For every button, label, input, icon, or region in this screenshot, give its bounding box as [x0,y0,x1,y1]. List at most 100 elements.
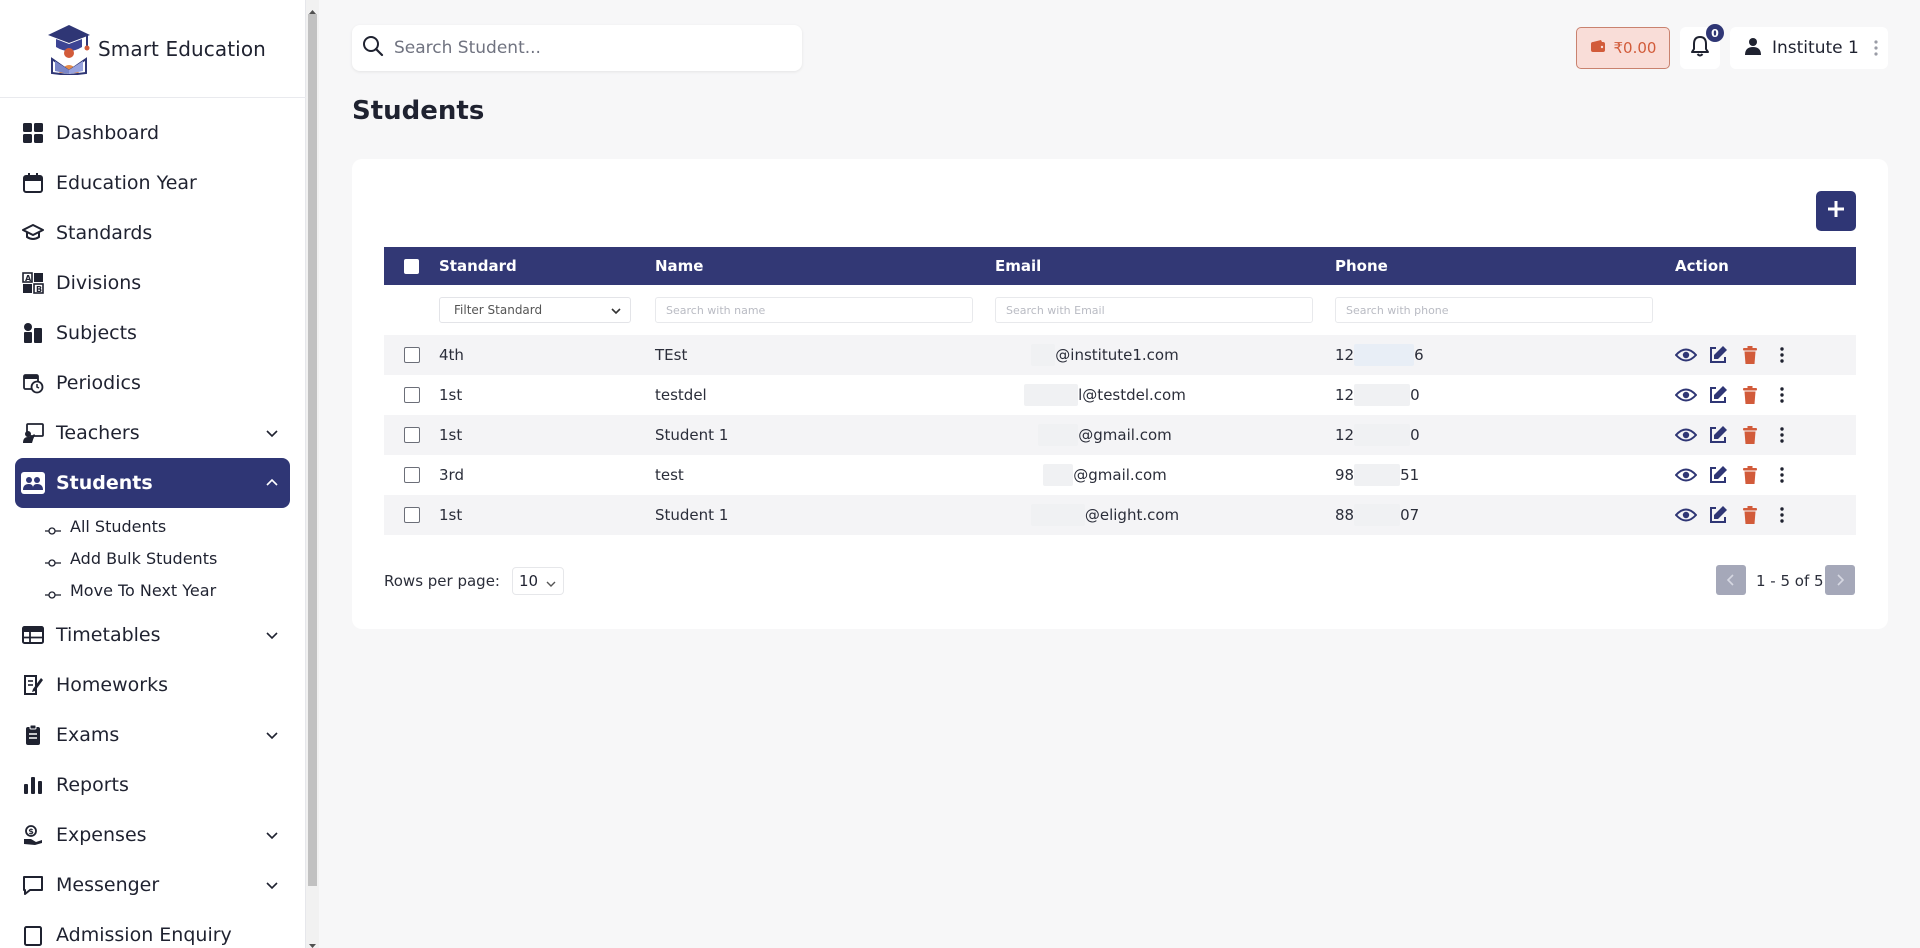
homework-icon [20,672,46,698]
user-menu[interactable]: Institute 1 [1730,27,1888,69]
cell-phone-start: 98 [1335,466,1355,484]
delete-icon[interactable] [1739,384,1761,406]
sidebar-item-homeworks[interactable]: Homeworks [15,660,290,710]
students-table: Standard Name Email Phone Action Filter … [384,247,1856,535]
filter-email-input[interactable] [995,297,1313,323]
wallet-button[interactable]: ₹0.00 [1576,27,1670,69]
filter-standard-select[interactable]: Filter Standard [439,297,631,323]
wallet-icon [1590,39,1606,57]
svg-text:$: $ [28,827,34,836]
chevron-down-icon [264,827,280,843]
previous-page-button[interactable] [1716,565,1746,595]
cell-name: Student 1 [655,426,729,444]
table-row[interactable]: 1st Student 1 @gmail.com 12 0 [384,415,1856,455]
submenu-label: Move To Next Year [70,580,217,600]
sidebar-item-timetables[interactable]: Timetables [15,610,290,660]
cell-phone-end: 6 [1414,346,1424,364]
sidebar-item-subjects[interactable]: Subjects [15,308,290,358]
delete-icon[interactable] [1739,344,1761,366]
table-row[interactable]: 1st Student 1 @elight.com 88 07 [384,495,1856,535]
sidebar-item-label: Reports [56,774,129,796]
submenu-move-to-next-year[interactable]: Move To Next Year [0,574,306,606]
add-student-button[interactable] [1816,191,1856,231]
sidebar-item-periodics[interactable]: Periodics [15,358,290,408]
sidebar-item-dashboard[interactable]: Dashboard [15,108,290,158]
search-input[interactable] [394,38,774,58]
sidebar-item-expenses[interactable]: $ Expenses [15,810,290,860]
view-icon[interactable] [1675,464,1697,486]
more-vertical-icon[interactable] [1771,344,1793,366]
sidebar-item-students[interactable]: Students [15,458,290,508]
sidebar-item-label: Admission Enquiry [56,924,232,946]
rows-per-page-select[interactable]: 10 [511,567,564,595]
sidebar-item-label: Education Year [56,172,197,194]
delete-icon[interactable] [1739,464,1761,486]
notification-badge: 0 [1706,24,1724,42]
view-icon[interactable] [1675,504,1697,526]
delete-icon[interactable] [1739,504,1761,526]
cell-standard: 3rd [439,466,464,484]
plus-icon [1827,200,1845,222]
edit-icon[interactable] [1707,504,1729,526]
sidebar-item-label: Standards [56,222,153,244]
submenu-add-bulk-students[interactable]: Add Bulk Students [0,542,306,574]
row-checkbox[interactable] [403,467,420,483]
sub-bullet-icon [44,585,62,599]
sidebar-item-exams[interactable]: Exams [15,710,290,760]
filter-name-input[interactable] [655,297,973,323]
more-vertical-icon[interactable] [1771,464,1793,486]
table-row[interactable]: 3rd test @gmail.com 98 51 [384,455,1856,495]
scroll-down-icon[interactable] [308,936,317,948]
row-checkbox[interactable] [403,387,420,403]
sidebar-item-teachers[interactable]: Teachers [15,408,290,458]
wallet-amount: ₹0.00 [1613,39,1657,57]
sidebar-item-label: Timetables [56,624,161,646]
row-checkbox[interactable] [403,507,420,523]
masked-text [1354,504,1401,526]
sub-bullet-icon [44,521,62,535]
students-icon [20,470,46,496]
delete-icon[interactable] [1739,424,1761,446]
masked-text [1354,344,1415,366]
view-icon[interactable] [1675,344,1697,366]
sidebar-item-divisions[interactable]: AB Divisions [15,258,290,308]
table-row[interactable]: 1st testdel l@testdel.com 12 0 [384,375,1856,415]
next-page-button[interactable] [1825,565,1855,595]
filter-phone-input[interactable] [1335,297,1653,323]
sidebar-item-reports[interactable]: Reports [15,760,290,810]
more-vertical-icon[interactable] [1874,40,1878,56]
sidebar-item-admission-enquiry[interactable]: Admission Enquiry [15,910,290,948]
masked-text [1031,344,1056,366]
table-row[interactable]: 4th TEst @institute1.com 12 6 [384,335,1856,375]
cell-email: l@testdel.com [1078,386,1186,404]
sidebar-scrollbar[interactable] [306,0,319,948]
edit-icon[interactable] [1707,424,1729,446]
submenu-all-students[interactable]: All Students [0,510,306,542]
column-header-standard[interactable]: Standard [439,257,655,275]
search-box[interactable] [352,25,802,71]
column-header-phone[interactable]: Phone [1335,257,1675,275]
row-checkbox[interactable] [403,347,420,363]
cell-phone-start: 88 [1335,506,1355,524]
view-icon[interactable] [1675,424,1697,446]
more-vertical-icon[interactable] [1771,424,1793,446]
view-icon[interactable] [1675,384,1697,406]
sidebar-item-education-year[interactable]: Education Year [15,158,290,208]
sidebar-item-standards[interactable]: Standards [15,208,290,258]
more-vertical-icon[interactable] [1771,504,1793,526]
column-header-email[interactable]: Email [995,257,1335,275]
scrollbar-thumb[interactable] [308,14,317,886]
table-filters: Filter Standard [384,285,1856,335]
edit-icon[interactable] [1707,464,1729,486]
svg-text:A: A [25,274,32,283]
scroll-up-icon[interactable] [308,2,317,14]
edit-icon[interactable] [1707,344,1729,366]
edit-icon[interactable] [1707,384,1729,406]
select-all-checkbox[interactable] [404,258,419,274]
column-header-name[interactable]: Name [655,257,995,275]
more-vertical-icon[interactable] [1771,384,1793,406]
logo-icon [46,23,92,76]
row-checkbox[interactable] [403,427,420,443]
sidebar-item-messenger[interactable]: Messenger [15,860,290,910]
brand[interactable]: Smart Education [0,0,306,98]
